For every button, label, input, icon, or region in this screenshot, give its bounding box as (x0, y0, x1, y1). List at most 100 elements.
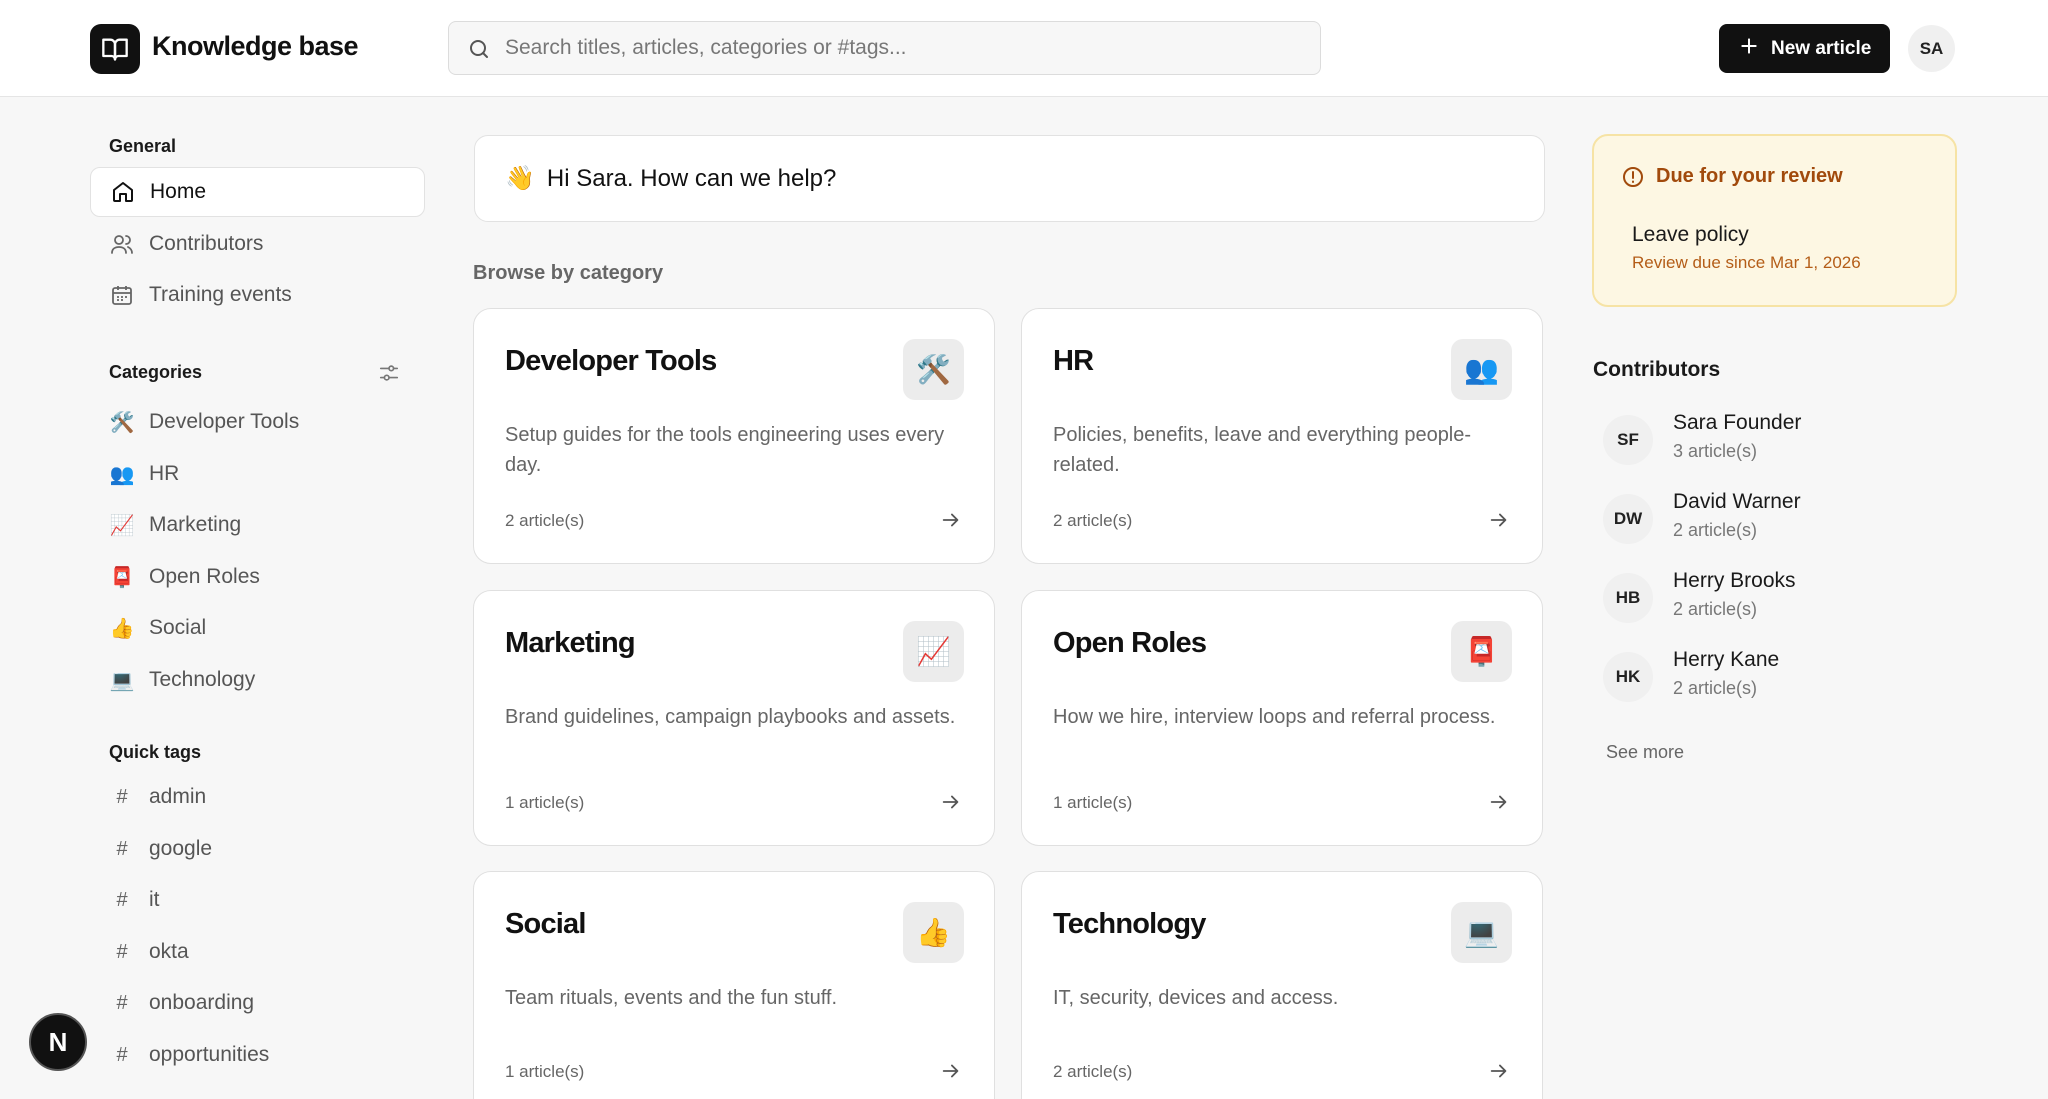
top-header: Knowledge base New article SA (0, 0, 2048, 97)
sidebar-item-hr[interactable]: 👥 HR (90, 449, 425, 499)
arrow-right-icon (940, 509, 962, 536)
card-count: 2 article(s) (505, 511, 585, 530)
sidebar-item-label: Technology (149, 668, 256, 691)
thumbs-up-emoji-icon: 👍 (109, 617, 135, 640)
contributor-name: Herry Brooks (1673, 569, 1796, 592)
review-item-title[interactable]: Leave policy (1632, 223, 1749, 247)
review-title: Due for your review (1656, 165, 1843, 187)
card-description: Team rituals, events and the fun stuff. (505, 987, 838, 1009)
sidebar-item-technology[interactable]: 💻 Technology (90, 655, 425, 705)
sidebar-item-label: HR (149, 462, 180, 485)
arrow-right-icon (1488, 791, 1510, 818)
tag-it[interactable]: # it (90, 875, 425, 925)
category-card-open-roles[interactable]: Open Roles 📮 How we hire, interview loop… (1021, 590, 1543, 846)
sidebar-item-training-events[interactable]: Training events (90, 270, 425, 320)
search-input[interactable] (505, 22, 1305, 74)
brand-title[interactable]: Knowledge base (152, 31, 359, 62)
n-badge-button[interactable]: N (29, 1013, 87, 1071)
sidebar-item-label: Social (149, 616, 207, 639)
calendar-icon (109, 282, 135, 308)
sidebar-item-label: Marketing (149, 513, 242, 536)
review-panel: Due for your review Leave policy Review … (1592, 134, 1957, 307)
contributor-articles: 2 article(s) (1673, 678, 1758, 698)
avatar: DW (1603, 494, 1653, 544)
contributor-row[interactable]: HB Herry Brooks 2 article(s) (1603, 566, 1933, 626)
contributor-name: Herry Kane (1673, 648, 1780, 671)
arrow-right-icon (940, 1060, 962, 1087)
postbox-emoji-icon: 📮 (1451, 621, 1512, 682)
contributor-row[interactable]: DW David Warner 2 article(s) (1603, 487, 1933, 547)
tag-label: google (149, 837, 213, 860)
contributor-articles: 2 article(s) (1673, 599, 1758, 619)
tag-admin[interactable]: # admin (90, 772, 425, 822)
sidebar-item-marketing[interactable]: 📈 Marketing (90, 500, 425, 550)
contributor-articles: 2 article(s) (1673, 520, 1758, 540)
sliders-icon[interactable] (378, 362, 400, 389)
category-card-technology[interactable]: Technology 💻 IT, security, devices and a… (1021, 871, 1543, 1099)
hash-icon: # (116, 888, 128, 911)
sidebar-item-label: Training events (149, 283, 292, 306)
book-logo-icon[interactable] (90, 24, 140, 74)
card-description: Brand guidelines, campaign playbooks and… (505, 706, 956, 728)
sidebar-item-label: Contributors (149, 232, 264, 255)
sidebar-item-social[interactable]: 👍 Social (90, 603, 425, 653)
category-card-marketing[interactable]: Marketing 📈 Brand guidelines, campaign p… (473, 590, 995, 846)
home-icon (110, 179, 136, 205)
plus-icon (1739, 36, 1759, 62)
categories-section-title: Categories (109, 362, 203, 382)
tag-google[interactable]: # google (90, 824, 425, 874)
contributor-row[interactable]: HK Herry Kane 2 article(s) (1603, 645, 1933, 705)
card-title: Technology (1053, 908, 1206, 940)
tag-onboarding[interactable]: # onboarding (90, 978, 425, 1028)
card-title: Developer Tools (505, 345, 717, 377)
search-icon (467, 37, 491, 66)
user-avatar[interactable]: SA (1908, 25, 1955, 72)
thumbs-up-emoji-icon: 👍 (903, 902, 964, 963)
search-bar[interactable] (448, 21, 1321, 75)
card-count: 1 article(s) (505, 1062, 585, 1081)
card-description: Policies, benefits, leave and everything… (1053, 424, 1472, 476)
arrow-right-icon (940, 791, 962, 818)
review-item-due: Review due since Mar 1, 2026 (1632, 253, 1861, 272)
postbox-emoji-icon: 📮 (109, 566, 135, 589)
chart-emoji-icon: 📈 (903, 621, 964, 682)
tools-emoji-icon: 🛠️ (109, 411, 135, 434)
tag-okta[interactable]: # okta (90, 927, 425, 977)
tag-label: onboarding (149, 991, 255, 1014)
contributor-articles: 3 article(s) (1673, 441, 1758, 461)
tag-opportunities[interactable]: # opportunities (90, 1030, 425, 1080)
people-emoji-icon: 👥 (109, 463, 135, 486)
card-description: IT, security, devices and access. (1053, 987, 1339, 1009)
sidebar-item-contributors[interactable]: Contributors (90, 219, 425, 269)
hash-icon: # (116, 785, 128, 808)
sidebar-item-home[interactable]: Home (90, 167, 425, 217)
tag-label: admin (149, 785, 207, 808)
hash-icon: # (116, 837, 128, 860)
new-article-button[interactable]: New article (1719, 24, 1890, 73)
people-emoji-icon: 👥 (1451, 339, 1512, 400)
card-title: Social (505, 908, 586, 940)
avatar: SF (1603, 415, 1653, 465)
card-title: HR (1053, 345, 1094, 377)
card-title: Marketing (505, 627, 636, 659)
quick-tags-section-title: Quick tags (109, 742, 202, 762)
sidebar-item-developer-tools[interactable]: 🛠️ Developer Tools (90, 397, 425, 447)
contributor-name: Sara Founder (1673, 411, 1802, 434)
tools-emoji-icon: 🛠️ (903, 339, 964, 400)
hash-icon: # (116, 1043, 128, 1066)
general-section-title: General (109, 136, 177, 156)
card-count: 2 article(s) (1053, 1062, 1133, 1081)
hash-icon: # (116, 991, 128, 1014)
see-more-link[interactable]: See more (1606, 742, 1684, 763)
arrow-right-icon (1488, 509, 1510, 536)
category-card-hr[interactable]: HR 👥 Policies, benefits, leave and every… (1021, 308, 1543, 564)
category-card-developer-tools[interactable]: Developer Tools 🛠️ Setup guides for the … (473, 308, 995, 564)
sidebar-item-label: Developer Tools (149, 410, 300, 433)
sidebar-item-open-roles[interactable]: 📮 Open Roles (90, 552, 425, 602)
category-card-social[interactable]: Social 👍 Team rituals, events and the fu… (473, 871, 995, 1099)
card-count: 2 article(s) (1053, 511, 1133, 530)
contributor-row[interactable]: SF Sara Founder 3 article(s) (1603, 408, 1933, 468)
avatar: HB (1603, 573, 1653, 623)
wave-emoji-icon: 👋 (505, 165, 535, 192)
card-description: Setup guides for the tools engineering u… (505, 424, 945, 476)
